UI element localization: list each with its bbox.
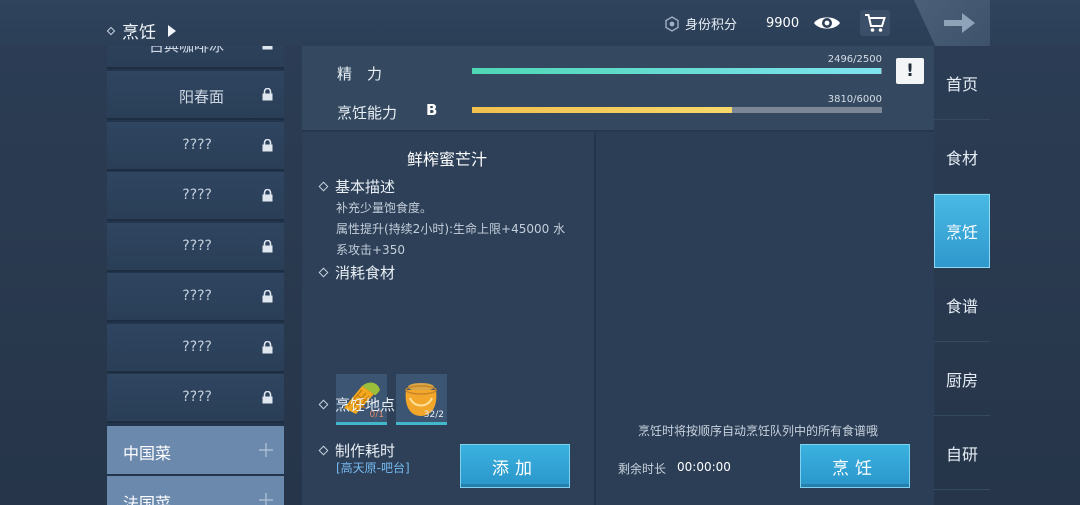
cooking-ability-value: 3810/6000 (827, 94, 882, 105)
plus-icon (259, 443, 273, 457)
recipe-description: 补充少量饱食度。 属性提升(持续2小时):生命上限+45000 水 系攻击+35… (336, 198, 576, 261)
list-item[interactable]: 古典咖啡冰 (107, 46, 284, 69)
cooking-ability-label: 烹饪能力 (337, 104, 398, 122)
page-title-group[interactable]: 烹饪 (106, 18, 176, 43)
divider (594, 132, 596, 505)
energy-bar (472, 68, 882, 74)
remaining-time-value: 00:00:00 (677, 460, 731, 474)
recipe-name: ???? (182, 288, 212, 304)
lock-icon (262, 189, 273, 202)
lock-icon (262, 88, 273, 101)
section-basic-desc: 基本描述 (318, 176, 396, 197)
energy-value: 2496/2500 (827, 54, 882, 65)
nav-ingredients[interactable]: 食材 (934, 120, 990, 194)
list-item[interactable]: ???? (107, 223, 284, 272)
hexagon-badge-icon (665, 15, 679, 32)
identity-label: 身份积分 (685, 18, 738, 33)
exclamation-icon: ! (906, 61, 914, 81)
section-title: 消耗食材 (335, 264, 396, 282)
section-title: 基本描述 (335, 178, 396, 196)
diamond-icon (318, 181, 329, 192)
list-item[interactable]: ???? (107, 324, 284, 373)
nav-kitchen[interactable]: 厨房 (934, 342, 990, 416)
energy-bar-fill (472, 68, 882, 74)
arrow-right-icon (944, 13, 975, 33)
diamond-icon (106, 26, 116, 35)
recipe-list[interactable]: 古典咖啡冰 阳春面 ???? ???? ???? ???? ???? ???? … (107, 46, 284, 505)
desc-line: 系攻击+350 (336, 243, 405, 257)
recipe-name: ???? (182, 137, 212, 153)
cooking-ability-bar-fill (472, 107, 733, 113)
top-bar: 烹饪 身份积分 9900 (0, 0, 1080, 46)
lock-icon (262, 391, 273, 404)
lock-icon (262, 290, 273, 303)
section-location: 烹饪地点 (318, 394, 396, 415)
cook-button[interactable]: 烹饪 (800, 444, 910, 488)
section-ingredients: 消耗食材 (318, 262, 396, 283)
add-button[interactable]: 添加 (460, 444, 570, 488)
right-nav: 首页 食材 烹饪 食谱 厨房 自研 (934, 46, 990, 505)
lock-icon (262, 46, 273, 50)
recipe-name: ???? (182, 238, 212, 254)
lock-icon (262, 240, 273, 253)
ingredient-slot[interactable]: 32/2 (396, 374, 447, 425)
list-item[interactable]: ???? (107, 122, 284, 171)
list-item[interactable]: ???? (107, 172, 284, 221)
diamond-icon (318, 445, 329, 456)
list-item[interactable]: 阳春面 (107, 71, 284, 120)
back-button[interactable] (914, 0, 990, 46)
view-button[interactable] (812, 10, 842, 36)
play-arrow-icon (168, 24, 176, 37)
identity-points: 身份积分 (664, 14, 737, 33)
recipe-name: ???? (182, 187, 212, 203)
lock-icon (262, 341, 273, 354)
eye-icon (814, 17, 840, 29)
page-title: 烹饪 (122, 23, 156, 43)
ingredient-count: 32/2 (423, 410, 444, 420)
recipe-name: 阳春面 (178, 88, 224, 106)
nav-cooking[interactable]: 烹饪 (934, 194, 990, 268)
nav-home[interactable]: 首页 (934, 46, 990, 120)
diamond-icon (318, 399, 329, 410)
section-title: 制作耗时 (335, 442, 396, 460)
category-chinese[interactable]: 中国菜 (107, 426, 284, 474)
cooking-ability-bar (472, 107, 882, 113)
energy-label: 精 力 (337, 65, 383, 83)
queue-hint: 烹饪时将按顺序自动烹饪队列中的所有食谱哦 (638, 424, 879, 438)
cooking-grade: B (426, 101, 438, 119)
remaining-time-label: 剩余时长 (618, 462, 667, 476)
desc-line: 属性提升(持续2小时):生命上限+45000 水 (336, 222, 566, 236)
recipe-name: ???? (182, 389, 212, 405)
info-button[interactable]: ! (896, 58, 924, 84)
plus-icon (259, 493, 273, 505)
cart-icon (865, 14, 886, 32)
lock-icon (262, 139, 273, 152)
desc-line: 补充少量饱食度。 (336, 201, 433, 215)
nav-recipes[interactable]: 食谱 (934, 268, 990, 342)
cooking-panel: 精 力 2496/2500 烹饪能力 B 3810/6000 ! 鲜榨蜜芒汁 基… (302, 46, 934, 505)
category-label: 法国菜 (123, 494, 172, 505)
section-time: 制作耗时 (318, 440, 396, 461)
list-item[interactable]: ???? (107, 374, 284, 423)
identity-score: 9900 (766, 16, 800, 31)
recipe-name: 古典咖啡冰 (148, 46, 224, 55)
diamond-icon (318, 267, 329, 278)
recipe-name: ???? (182, 339, 212, 355)
section-title: 烹饪地点 (335, 396, 396, 414)
list-item[interactable]: ???? (107, 273, 284, 322)
stats-bar: 精 力 2496/2500 烹饪能力 B 3810/6000 ! (302, 46, 934, 132)
category-french[interactable]: 法国菜 (107, 476, 284, 505)
category-label: 中国菜 (123, 444, 172, 463)
cooking-location-link[interactable]: [高天原-吧台] (336, 459, 410, 476)
nav-research[interactable]: 自研 (934, 416, 990, 490)
recipe-title: 鲜榨蜜芒汁 (406, 150, 487, 169)
shop-button[interactable] (860, 10, 890, 36)
